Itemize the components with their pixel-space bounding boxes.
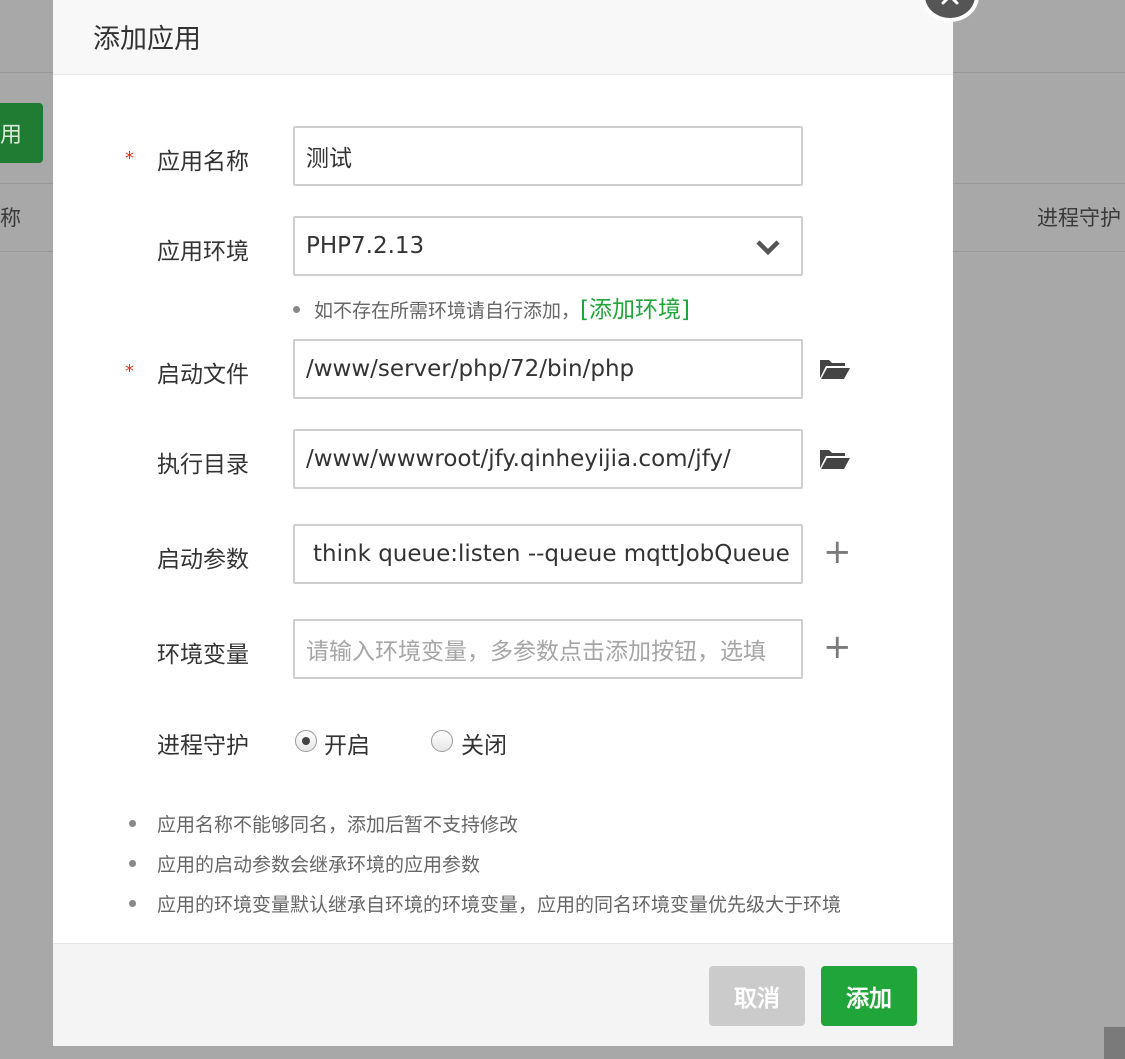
folder-open-icon[interactable]	[819, 357, 851, 381]
start-file-input[interactable]: /www/server/php/72/bin/php	[293, 339, 803, 399]
app-env-row: 应用环境 PHP7.2.13	[53, 216, 953, 276]
daemon-on-radio[interactable]	[295, 730, 317, 752]
app-name-row: * 应用名称 测试	[53, 126, 953, 186]
app-env-label: 应用环境	[157, 239, 249, 265]
env-vars-row: 环境变量 请输入环境变量，多参数点击添加按钮，选填 +	[53, 619, 953, 679]
env-hint-text: 如不存在所需环境请自行添加，	[314, 300, 581, 322]
app-name-input[interactable]: 测试	[293, 126, 803, 186]
daemon-label: 进程守护	[157, 733, 249, 759]
chevron-down-icon	[756, 240, 780, 256]
add-app-dialog: 添加应用 * 应用名称 测试 应用环境 PHP7.2.13 如不存在所需环境请自…	[53, 0, 979, 1046]
add-env-plus-icon[interactable]: +	[823, 627, 852, 667]
env-hint: 如不存在所需环境请自行添加，[添加环境]	[293, 290, 690, 324]
app-env-select[interactable]: PHP7.2.13	[293, 216, 803, 276]
bg-add-app-button: 用	[0, 103, 43, 163]
note-item: 应用名称不能够同名，添加后暂不支持修改	[129, 810, 841, 850]
start-file-label: 启动文件	[157, 362, 249, 388]
bg-column-header-daemon: 进程守护	[1037, 206, 1121, 230]
start-args-row: 启动参数 think queue:listen --queue mqttJobQ…	[53, 524, 953, 584]
add-env-link[interactable]: [添加环境]	[580, 297, 690, 323]
dialog-title: 添加应用	[93, 24, 201, 55]
exec-dir-row: 执行目录 /www/wwwroot/jfy.qinheyijia.com/jfy…	[53, 429, 953, 489]
notes-list: 应用名称不能够同名，添加后暂不支持修改 应用的启动参数会继承环境的应用参数 应用…	[129, 810, 841, 930]
add-button[interactable]: 添加	[821, 966, 917, 1026]
daemon-off-radio[interactable]	[431, 730, 453, 752]
daemon-off-label[interactable]: 关闭	[461, 726, 507, 760]
bg-scrollbar	[1104, 1027, 1125, 1059]
add-arg-plus-icon[interactable]: +	[823, 532, 852, 572]
folder-open-icon[interactable]	[819, 447, 851, 471]
bullet-icon	[293, 306, 300, 313]
env-vars-input[interactable]: 请输入环境变量，多参数点击添加按钮，选填	[293, 619, 803, 679]
exec-dir-input[interactable]: /www/wwwroot/jfy.qinheyijia.com/jfy/	[293, 429, 803, 489]
start-args-label: 启动参数	[157, 547, 249, 573]
start-args-input[interactable]: think queue:listen --queue mqttJobQueue	[293, 524, 803, 584]
env-vars-label: 环境变量	[157, 642, 249, 668]
daemon-row: 进程守护 开启 关闭	[53, 720, 953, 764]
bg-column-header-name: 称	[0, 206, 21, 230]
required-marker: *	[125, 148, 134, 169]
dialog-header: 添加应用	[53, 0, 953, 75]
app-name-label: 应用名称	[157, 149, 249, 175]
exec-dir-label: 执行目录	[157, 452, 249, 478]
required-marker: *	[125, 361, 134, 382]
note-item: 应用的环境变量默认继承自环境的环境变量，应用的同名环境变量优先级大于环境	[129, 890, 841, 930]
app-env-value: PHP7.2.13	[306, 233, 425, 259]
daemon-on-label[interactable]: 开启	[324, 726, 370, 760]
start-file-row: * 启动文件 /www/server/php/72/bin/php	[53, 339, 953, 399]
note-item: 应用的启动参数会继承环境的应用参数	[129, 850, 841, 890]
dialog-footer: 取消 添加	[53, 943, 953, 1046]
cancel-button[interactable]: 取消	[709, 966, 805, 1026]
